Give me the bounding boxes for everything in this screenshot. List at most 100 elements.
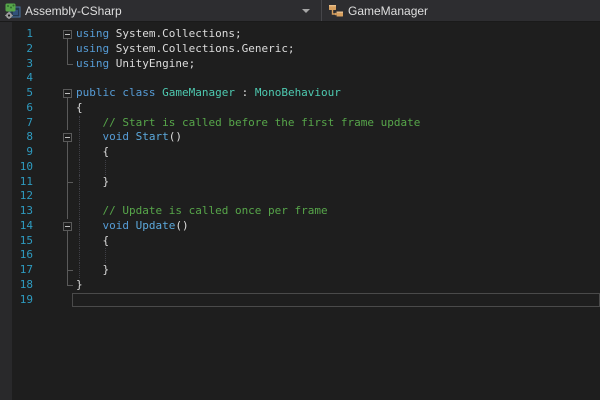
code-line[interactable]: 3 using UnityEngine; [0,56,600,72]
chevron-down-icon [302,9,310,13]
line-number: 11 [19,174,33,188]
code-line[interactable]: 11 } [0,174,600,190]
code-token: void [76,218,136,232]
collapse-toggle-icon[interactable] [63,130,72,145]
code-token: System.Collections.Generic; [115,41,295,55]
collapse-toggle-icon[interactable] [63,86,72,101]
project-dropdown-label: Assembly-CSharp [25,3,122,18]
code-line[interactable]: 9 { [0,145,600,160]
line-number: 12 [19,189,33,203]
indent-guide [79,189,80,204]
code-token: GameManager [162,86,235,99]
code-line[interactable]: 7 // Start is called before the first fr… [0,115,600,131]
line-number: 19 [19,292,33,306]
code-line[interactable]: 13 // Update is called once per frame [0,204,600,219]
line-number: 2 [26,41,33,55]
line-number: 13 [19,204,33,217]
class-icon [327,3,345,19]
code-token: Start [135,130,169,144]
code-line[interactable]: 1 using System.Collections; [0,27,600,42]
code-line[interactable]: 19 [0,293,600,308]
code-text: } [76,278,83,293]
line-number: 9 [26,145,33,158]
outline-guide [67,189,68,204]
code-line[interactable]: 17 } [0,263,600,278]
line-number: 17 [19,263,33,276]
code-token: () [168,130,182,144]
outline-guide [67,159,68,175]
code-token: UnityEngine; [115,56,196,70]
line-number: 15 [19,233,33,247]
code-token: public class [76,86,163,99]
outline-guide [67,204,68,219]
outline-guide [67,248,68,263]
code-line[interactable]: 12 [0,189,600,204]
type-dropdown-label: GameManager [348,3,429,18]
code-lines: 1 using System.Collections; 2 using System.… [0,27,600,307]
code-text: } [76,263,109,278]
code-line[interactable]: 10 [0,159,600,175]
line-number: 16 [19,248,33,262]
line-number: 18 [19,277,33,291]
collapse-toggle-icon[interactable] [63,219,72,234]
code-token: void [76,130,136,144]
code-token: { [76,145,110,158]
code-token: } [76,174,110,188]
code-token: // Start is called before the first fram… [76,115,421,129]
code-line[interactable]: 15 { [0,233,600,249]
code-text: public class GameManager : MonoBehaviour [76,86,341,101]
code-text: } [76,175,109,190]
indent-guide [105,159,106,175]
line-number: 6 [26,100,33,114]
line-number: 10 [19,159,33,173]
code-line[interactable]: 6{ [0,100,600,116]
code-line[interactable]: 18} [0,277,600,293]
collapse-box [63,133,72,143]
indent-guide [79,248,80,263]
code-token: { [76,100,83,114]
collapse-box [63,221,72,231]
code-text: // Update is called once per frame [76,204,328,219]
code-token: using [76,27,116,40]
code-token: Update [135,218,176,232]
code-text: { [76,234,109,249]
code-line[interactable]: 2 using System.Collections.Generic; [0,41,600,57]
code-line[interactable]: 5 public class GameManager : MonoBehaviou… [0,86,600,101]
code-token: using [76,41,116,55]
code-text: void Update() [76,218,188,234]
code-token: : [234,86,255,99]
line-number: 14 [19,218,33,232]
outline-guide [67,115,68,131]
code-text: void Start() [76,130,182,145]
code-token: // Update is called once per frame [76,204,328,217]
indent-guide [105,248,106,263]
code-line[interactable]: 14 void Update() [0,218,600,234]
code-editor[interactable]: 1 using System.Collections; 2 using System.… [0,22,600,400]
outline-guide [67,263,73,278]
navigation-bar: Assembly-CSharp GameManager [0,0,600,22]
code-text: { [76,145,109,160]
code-token: using [76,56,116,70]
collapse-toggle-icon[interactable] [63,27,72,42]
code-line[interactable]: 8 void Start() [0,130,600,145]
outline-guide [67,174,73,190]
collapse-box [63,30,72,39]
code-text: using System.Collections; [76,27,242,42]
line-number: 7 [26,115,33,129]
type-dropdown[interactable]: GameManager [322,0,600,21]
collapse-box [63,89,72,98]
code-token: System.Collections; [115,27,242,40]
outline-guide [67,100,68,116]
code-token: { [76,233,110,247]
project-dropdown[interactable]: Assembly-CSharp [0,0,321,21]
outline-guide [67,277,73,286]
code-line[interactable]: 4 [0,71,600,86]
outline-guide [67,145,68,160]
outline-guide [67,41,68,57]
line-number: 4 [26,71,33,85]
code-token: } [76,277,83,291]
code-text: // Start is called before the first fram… [76,116,420,131]
line-number: 8 [26,130,33,144]
code-line[interactable]: 16 [0,248,600,263]
outline-guide [67,56,73,65]
